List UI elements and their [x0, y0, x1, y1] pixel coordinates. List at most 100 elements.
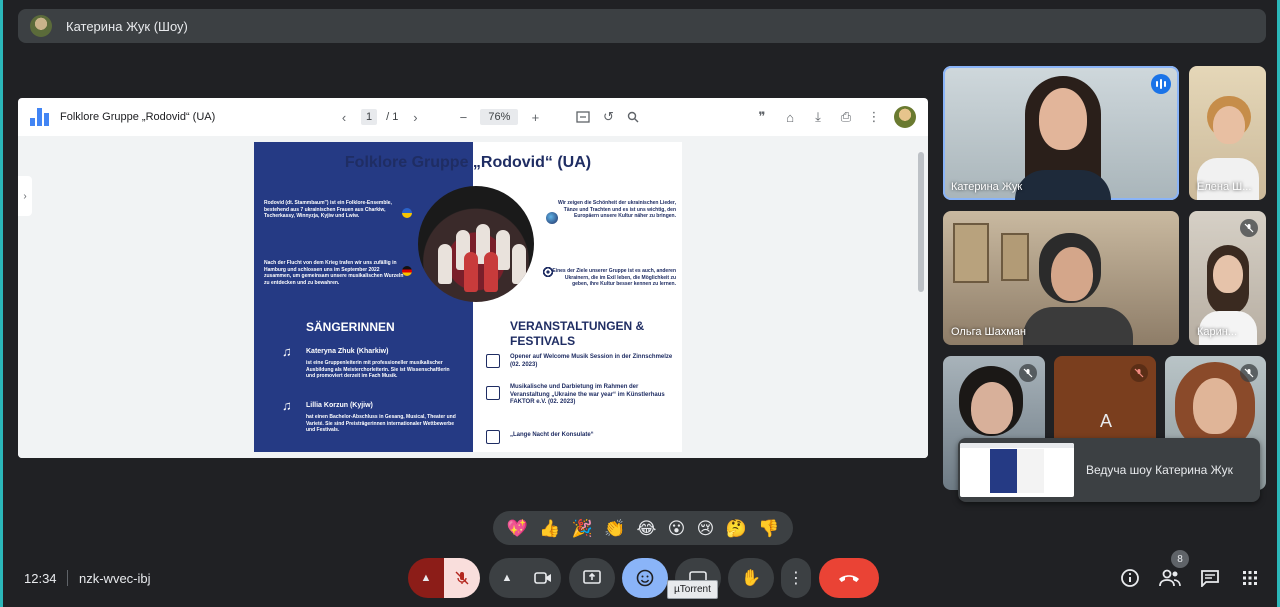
pdf-scrollbar[interactable]: [918, 148, 924, 448]
reaction-clap[interactable]: 👏: [604, 520, 625, 537]
zoom-level[interactable]: 76%: [480, 109, 519, 125]
people-button[interactable]: [1158, 566, 1182, 590]
reaction-surprised[interactable]: 😮: [668, 520, 686, 537]
participant-name: Карин...: [1197, 326, 1238, 338]
flyer-intro: Rodovid (dt. Stammbaum") ist ein Folklor…: [264, 200, 392, 219]
zoom-out-icon[interactable]: −: [455, 109, 471, 125]
pdf-page-controls: ‹ 1 / 1 › − 76% + ↺: [336, 109, 641, 125]
flyer-flight: Nach der Flucht von dem Krieg trafen wir…: [264, 260, 404, 286]
hand-icon: ✋: [741, 570, 761, 587]
participant-name: Катерина Жук: [951, 181, 1023, 193]
reaction-laugh[interactable]: 😂: [636, 520, 656, 537]
more-vert-icon[interactable]: ⋮: [866, 109, 882, 125]
calendar-icon: [486, 386, 500, 400]
annotation-icon[interactable]: ❞: [754, 109, 770, 125]
calendar-icon: [486, 430, 500, 444]
preview-label: Ведуча шоу Катерина Жук: [1086, 463, 1233, 477]
zoom-in-icon[interactable]: +: [527, 109, 543, 125]
page-number-input[interactable]: 1: [361, 109, 378, 125]
reaction-thinking[interactable]: 🤔: [726, 520, 747, 537]
calendar-icon: [486, 354, 500, 368]
presentation-preview-card[interactable]: Ведуча шоу Катерина Жук: [958, 438, 1260, 502]
more-options-button[interactable]: ⋮: [781, 558, 811, 598]
pdf-right-tools: ❞ ⌂ ⤓ ⎙ ⋮: [754, 106, 916, 128]
singer1-text: ist eine Gruppenleiterin mit professione…: [306, 360, 450, 379]
chat-button[interactable]: [1198, 566, 1222, 590]
audio-options-button[interactable]: ▲: [408, 558, 444, 598]
flyer-goal: Eines der Ziele unserer Gruppe ist es au…: [552, 268, 676, 287]
fit-page-icon[interactable]: [575, 109, 591, 125]
presenter-bar[interactable]: Катерина Жук (Шоу): [18, 9, 1266, 43]
meeting-code: nzk-wvec-ibj: [79, 571, 151, 586]
presenter-avatar: [30, 15, 52, 37]
search-icon[interactable]: [625, 109, 641, 125]
flyer-page: Folklore Gruppe „Rodovid“ (UA) Rodovid (…: [254, 142, 682, 452]
music-note-icon: ♫: [282, 398, 292, 413]
account-avatar[interactable]: [894, 106, 916, 128]
event-2: Musikalische und Darbietung im Rahmen de…: [510, 384, 665, 405]
print-icon[interactable]: ⎙: [838, 109, 854, 125]
reaction-thumbs-up[interactable]: 👍: [539, 520, 560, 537]
pdf-canvas: › Folklore Gruppe „Rodovid“ (UA) Rodovid…: [18, 136, 928, 458]
mic-off-icon: [1019, 364, 1037, 382]
pdf-toolbar: Folklore Gruppe „Rodovid“ (UA) ‹ 1 / 1 ›…: [18, 98, 928, 136]
participant-tile[interactable]: Ольга Шахман: [943, 211, 1179, 345]
chevron-left-icon[interactable]: ‹: [336, 109, 352, 125]
present-to-all-icon: [583, 570, 601, 584]
more-vert-icon: ⋮: [788, 570, 804, 587]
emoji-icon: [636, 569, 654, 587]
taskbar-tooltip: µTorrent: [667, 580, 718, 599]
rotate-icon[interactable]: ↺: [600, 109, 616, 125]
leave-call-button[interactable]: [819, 558, 879, 598]
speaking-indicator-icon: [1151, 74, 1171, 94]
sidebar-toggle-icon[interactable]: ›: [18, 176, 32, 216]
reaction-sad[interactable]: 😢: [697, 520, 715, 537]
divider: [67, 570, 68, 586]
presenter-title: Катерина Жук (Шоу): [66, 18, 188, 34]
activities-button[interactable]: [1238, 566, 1262, 590]
call-end-icon: [839, 575, 859, 582]
camera-toggle-button[interactable]: [525, 558, 561, 598]
participant-tile[interactable]: Катерина Жук: [943, 66, 1179, 200]
raise-hand-button[interactable]: ✋: [728, 558, 774, 598]
presentation-thumbnail: [960, 443, 1074, 497]
chevron-right-icon[interactable]: ›: [407, 109, 423, 125]
mic-off-icon: [1240, 364, 1258, 382]
pdf-document-title: Folklore Gruppe „Rodovid“ (UA): [60, 111, 216, 123]
apps-grid-icon: [1243, 571, 1257, 585]
shared-screen-pdf-viewer: Folklore Gruppe „Rodovid“ (UA) ‹ 1 / 1 ›…: [18, 98, 928, 458]
pdf-app-icon: [30, 108, 50, 126]
people-icon: [1159, 569, 1181, 587]
page-total: / 1: [386, 111, 399, 123]
meeting-details-button[interactable]: [1118, 566, 1142, 590]
singer1-name: Kateryna Zhuk (Kharkiw): [306, 348, 389, 355]
clock: 12:34: [24, 571, 57, 586]
drive-icon[interactable]: ⌂: [782, 109, 798, 125]
reaction-thumbs-down[interactable]: 👎: [758, 520, 779, 537]
present-screen-button[interactable]: [569, 558, 615, 598]
participant-tile[interactable]: Карин...: [1189, 211, 1266, 345]
mic-off-icon: [1240, 219, 1258, 237]
singer2-name: Lillia Korzun (Kyjiw): [306, 402, 373, 409]
mic-off-icon: [1130, 364, 1148, 382]
singer2-text: hat einen Bachelor-Abschluss in Gesang, …: [306, 414, 456, 433]
reaction-heart[interactable]: 💖: [507, 520, 528, 537]
video-options-button[interactable]: ▲: [489, 558, 525, 598]
event-1: Opener auf Welcome Musik Session in der …: [510, 354, 673, 368]
reactions-bar: 💖 👍 🎉 👏 😂 😮 😢 🤔 👎: [493, 511, 793, 545]
chat-icon: [1201, 570, 1219, 587]
videocam-icon: [534, 572, 551, 584]
participant-name: Елена Ш...: [1197, 181, 1252, 193]
mic-off-icon: [455, 571, 469, 585]
chevron-up-icon: ▲: [420, 572, 432, 584]
participant-tile[interactable]: Елена Ш...: [1189, 66, 1266, 200]
download-icon[interactable]: ⤓: [810, 109, 826, 125]
events-heading: VERANSTALTUNGEN & FESTIVALS: [510, 319, 645, 348]
flyer-title: Folklore Gruppe „Rodovid“ (UA): [344, 154, 592, 171]
microphone-toggle-button[interactable]: [444, 558, 480, 598]
ukraine-flag-icon: [402, 208, 412, 218]
event-3: „Lange Nacht der Konsulate“: [510, 432, 594, 438]
germany-flag-icon: [402, 266, 412, 276]
reactions-button[interactable]: [622, 558, 668, 598]
reaction-party[interactable]: 🎉: [572, 520, 593, 537]
